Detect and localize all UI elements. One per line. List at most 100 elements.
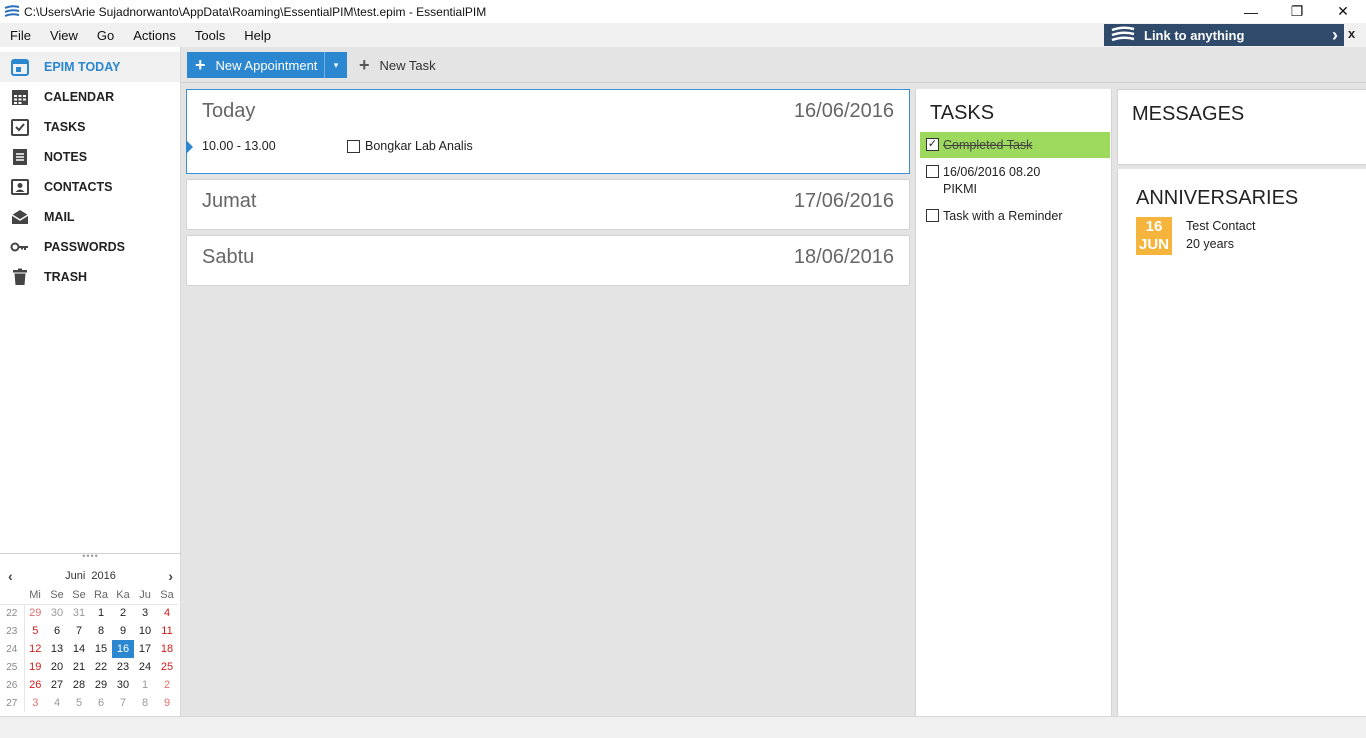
calendar-day[interactable]: 8	[134, 694, 156, 712]
calendar-day[interactable]: 25	[156, 658, 178, 676]
calendar-day[interactable]: 30	[112, 676, 134, 694]
sidebar-item-notes[interactable]: NOTES	[0, 142, 180, 172]
anniversary-contact-name[interactable]: Test Contact	[1186, 219, 1255, 233]
day-card-jumat[interactable]: Jumat 17/06/2016	[186, 179, 910, 230]
plus-icon: +	[195, 55, 206, 75]
menu-go[interactable]: Go	[87, 28, 123, 43]
calendar-day[interactable]: 24	[134, 658, 156, 676]
week-number: 25	[0, 658, 25, 676]
minimize-button[interactable]: —	[1228, 0, 1274, 23]
calendar-day[interactable]: 9	[156, 694, 178, 712]
close-button[interactable]: ✕	[1320, 0, 1366, 23]
calendar-day[interactable]: 1	[134, 676, 156, 694]
week-number: 27	[0, 694, 25, 712]
week-number: 24	[0, 640, 25, 658]
restore-button[interactable]: ❐	[1274, 0, 1320, 23]
day-card-today[interactable]: Today 16/06/2016 10.00 - 13.00 Bongkar L…	[186, 89, 910, 174]
sidebar-splitter[interactable]: ••••	[0, 552, 181, 561]
messages-panel: MESSAGES	[1117, 89, 1366, 165]
sidebar-item-trash[interactable]: TRASH	[0, 262, 180, 292]
calendar-day[interactable]: 7	[68, 622, 90, 640]
calendar-day[interactable]: 8	[90, 622, 112, 640]
calendar-day[interactable]: 26	[24, 676, 46, 694]
menu-help[interactable]: Help	[234, 28, 280, 43]
sidebar-item-tasks[interactable]: TASKS	[0, 112, 180, 142]
calendar-day[interactable]: 5	[68, 694, 90, 712]
banner-close-button[interactable]: x	[1348, 26, 1355, 41]
sidebar-item-calendar[interactable]: CALENDAR	[0, 82, 180, 112]
calendar-day[interactable]: 19	[24, 658, 46, 676]
calendar-day[interactable]: 18	[156, 640, 178, 658]
calendar-day[interactable]: 1	[90, 604, 112, 622]
appointment-title[interactable]: Bongkar Lab Analis	[365, 139, 473, 153]
calendar-day[interactable]: 15	[90, 640, 112, 658]
calendar-day[interactable]: 12	[24, 640, 46, 658]
task-text: 16/06/2016 08.20 PIKMI	[943, 165, 1041, 196]
calendar-day[interactable]: 3	[134, 604, 156, 622]
calendar-day[interactable]: 23	[112, 658, 134, 676]
task-item[interactable]: Task with a Reminder	[920, 203, 1110, 229]
menu-file[interactable]: File	[0, 28, 40, 43]
appointment-checkbox[interactable]	[347, 140, 360, 153]
calendar-day[interactable]: 27	[46, 676, 68, 694]
calendar-day[interactable]: 5	[24, 622, 46, 640]
task-checkbox[interactable]	[926, 165, 939, 178]
calendar-day[interactable]: 4	[46, 694, 68, 712]
day-name: Jumat	[202, 190, 257, 212]
calendar-day-today[interactable]: 16	[112, 640, 134, 658]
calendar-day[interactable]: 4	[156, 604, 178, 622]
weekday-header: Ju	[134, 586, 156, 605]
calendar-day[interactable]: 29	[24, 604, 46, 622]
calendar-day[interactable]: 11	[156, 622, 178, 640]
sidebar-item-mail[interactable]: MAIL	[0, 202, 180, 232]
calendar-day[interactable]: 6	[46, 622, 68, 640]
prev-month-icon[interactable]: ‹	[8, 568, 13, 584]
calendar-day[interactable]: 3	[24, 694, 46, 712]
calendar-day[interactable]: 14	[68, 640, 90, 658]
calendar-day[interactable]: 6	[90, 694, 112, 712]
calendar-day[interactable]: 13	[46, 640, 68, 658]
calendar-day[interactable]: 17	[134, 640, 156, 658]
mail-icon	[11, 210, 29, 224]
calendar-day[interactable]: 10	[134, 622, 156, 640]
task-item[interactable]: ✓ Completed Task	[920, 132, 1110, 158]
new-task-button[interactable]: + New Task	[359, 52, 436, 78]
sidebar-item-label: EPIM TODAY	[44, 60, 121, 74]
day-date: 17/06/2016	[793, 190, 894, 212]
calendar-day[interactable]: 30	[46, 604, 68, 622]
day-name: Sabtu	[202, 246, 255, 268]
tasks-panel: TASKS ✓ Completed Task 16/06/2016 08.20 P…	[915, 89, 1112, 716]
task-checkbox-checked[interactable]: ✓	[926, 138, 939, 151]
sidebar-item-passwords[interactable]: PASSWORDS	[0, 232, 180, 262]
sidebar-item-contacts[interactable]: CONTACTS	[0, 172, 180, 202]
menu-actions[interactable]: Actions	[123, 28, 185, 43]
calendar-day[interactable]: 9	[112, 622, 134, 640]
menu-tools[interactable]: Tools	[185, 28, 234, 43]
calendar-day[interactable]: 28	[68, 676, 90, 694]
chevron-right-icon: ›	[1332, 25, 1338, 45]
next-month-icon[interactable]: ›	[168, 568, 173, 584]
week-number: 22	[0, 604, 25, 622]
trash-icon	[13, 268, 27, 285]
calendar-day[interactable]: 21	[68, 658, 90, 676]
calendar-day[interactable]: 22	[90, 658, 112, 676]
mini-calendar-grid: Mi Se Se Ra Ka Ju Sa 22 29 30 31 1 2 3 4…	[0, 586, 178, 712]
calendar-day[interactable]: 20	[46, 658, 68, 676]
calendar-day[interactable]: 29	[90, 676, 112, 694]
task-checkbox[interactable]	[926, 209, 939, 222]
link-to-anything-banner[interactable]: Link to anything ›	[1104, 24, 1344, 46]
calendar-day[interactable]: 2	[156, 676, 178, 694]
calendar-day[interactable]: 31	[68, 604, 90, 622]
weekday-header: Ka	[112, 586, 134, 605]
task-item[interactable]: 16/06/2016 08.20 PIKMI	[920, 159, 1110, 199]
sidebar-item-epim-today[interactable]: EPIM TODAY	[0, 52, 180, 82]
new-appointment-dropdown-button[interactable]: ▾	[324, 52, 347, 78]
weekday-header: Mi	[24, 586, 46, 605]
calendar-day[interactable]: 2	[112, 604, 134, 622]
calendar-day[interactable]: 7	[112, 694, 134, 712]
day-card-sabtu[interactable]: Sabtu 18/06/2016	[186, 235, 910, 286]
week-number: 23	[0, 622, 25, 640]
menu-view[interactable]: View	[40, 28, 87, 43]
anniversaries-panel: ANNIVERSARIES 16 JUN Test Contact 20 yea…	[1117, 169, 1366, 716]
new-appointment-button[interactable]: + New Appointment	[187, 52, 324, 78]
